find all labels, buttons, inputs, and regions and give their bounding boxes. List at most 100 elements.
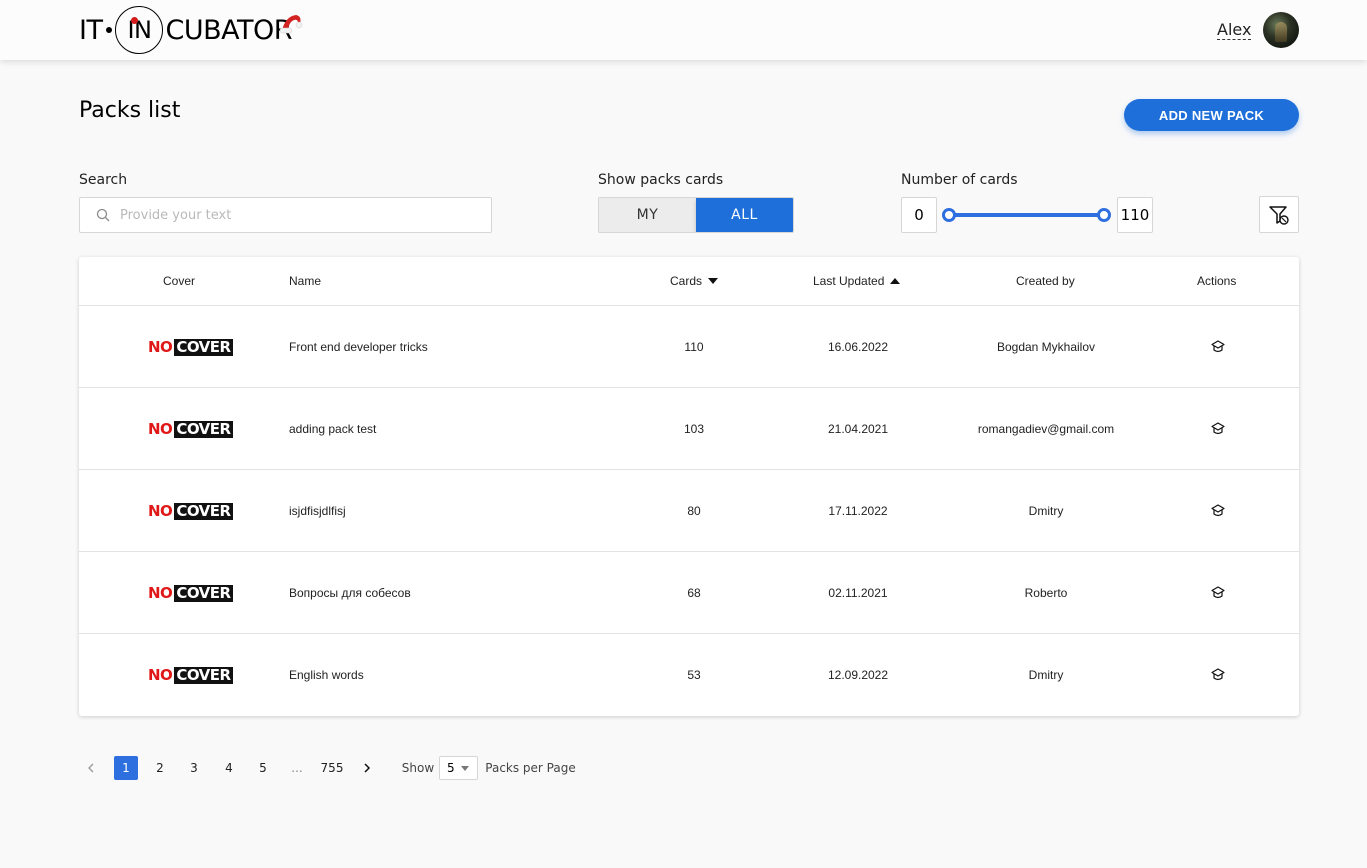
column-name[interactable]: Name <box>289 257 321 305</box>
toggle-my-button[interactable]: MY <box>599 198 696 232</box>
cards-range-slider[interactable] <box>949 213 1104 217</box>
column-actions: Actions <box>1197 274 1237 288</box>
toggle-all-button[interactable]: ALL <box>696 198 793 232</box>
graduation-cap-icon[interactable] <box>1211 586 1225 600</box>
search-input[interactable] <box>120 207 460 223</box>
column-cards[interactable]: Cards <box>670 257 719 305</box>
pack-last-updated: 21.04.2021 <box>827 422 889 436</box>
pack-created-by: Bogdan Mykhailov <box>996 340 1096 354</box>
pack-name[interactable]: adding pack test <box>289 388 376 470</box>
no-cover-no: NO <box>148 665 173 684</box>
table-row[interactable]: NO COVER Вопросы для собесов 68 02.11.202… <box>79 552 1299 634</box>
caret-down-icon <box>460 765 469 771</box>
sort-asc-icon[interactable] <box>890 277 901 285</box>
pack-cards-count: 110 <box>684 340 704 354</box>
pack-last-updated: 12.09.2022 <box>827 668 889 682</box>
pack-created-by: Roberto <box>1024 586 1068 600</box>
number-of-cards-label: Number of cards <box>901 172 1018 188</box>
page-button-4[interactable]: 4 <box>219 756 239 780</box>
max-cards-value: 110 <box>1117 197 1153 233</box>
table-row[interactable]: NO COVER isjdfisjdlfisj 80 17.11.2022 Dmi… <box>79 470 1299 552</box>
no-cover-cover: COVER <box>174 501 233 520</box>
cover-image: NO COVER <box>148 552 233 634</box>
slider-min-handle[interactable] <box>942 208 956 222</box>
table-header: Cover Name Cards Last Updated Created by… <box>79 257 1299 306</box>
graduation-cap-icon[interactable] <box>1211 422 1225 436</box>
next-page-button[interactable] <box>359 756 375 780</box>
filter-reset-icon <box>1269 205 1289 225</box>
page-button-3[interactable]: 3 <box>184 756 204 780</box>
page-button-755[interactable]: 755 <box>318 756 346 780</box>
pack-cards-count: 53 <box>687 668 701 682</box>
page-button-2[interactable]: 2 <box>150 756 170 780</box>
pack-name[interactable]: Вопросы для собесов <box>289 552 411 634</box>
table-row[interactable]: NO COVER English words 53 12.09.2022 Dmit… <box>79 634 1299 716</box>
sort-desc-icon[interactable] <box>708 277 719 285</box>
packs-table: Cover Name Cards Last Updated Created by… <box>79 257 1299 716</box>
no-cover-cover: COVER <box>174 665 233 684</box>
graduation-cap-icon[interactable] <box>1211 668 1225 682</box>
learn-button[interactable] <box>1206 388 1230 470</box>
avatar[interactable] <box>1263 12 1300 48</box>
learn-button[interactable] <box>1206 306 1230 388</box>
chevron-left-icon <box>88 763 94 773</box>
column-cover: Cover <box>163 274 196 288</box>
per-page-select[interactable]: 5 <box>439 756 478 780</box>
pack-cards-count: 68 <box>687 586 701 600</box>
search-icon <box>96 208 110 222</box>
pack-last-updated: 17.11.2022 <box>828 504 888 518</box>
app-header: IT IN CUBATOR Alex <box>0 0 1367 60</box>
page-button-5[interactable]: 5 <box>253 756 273 780</box>
page-button-1[interactable]: 1 <box>114 756 138 780</box>
add-new-pack-button[interactable]: ADD NEW PACK <box>1124 99 1299 131</box>
show-label: Show <box>401 761 435 775</box>
learn-button[interactable] <box>1206 470 1230 552</box>
pack-last-updated: 16.06.2022 <box>827 340 889 354</box>
logo-circle: IN <box>115 6 164 54</box>
search-label: Search <box>79 172 128 188</box>
no-cover-badge: NO COVER <box>148 337 233 356</box>
per-page-value: 5 <box>447 761 455 775</box>
column-created-by[interactable]: Created by <box>1016 257 1075 305</box>
column-cards-label: Cards <box>670 274 703 288</box>
user-menu[interactable]: Alex <box>1217 12 1300 48</box>
no-cover-no: NO <box>148 419 173 438</box>
cover-image: NO COVER <box>148 388 233 470</box>
graduation-cap-icon[interactable] <box>1211 340 1225 354</box>
chevron-right-icon <box>364 763 371 773</box>
no-cover-badge: NO COVER <box>148 584 233 602</box>
pack-cards-count: 103 <box>683 422 705 436</box>
pack-name[interactable]: English words <box>289 634 364 716</box>
no-cover-badge: NO COVER <box>148 501 233 520</box>
logo-cubator: CUBATOR <box>165 14 292 46</box>
column-last-updated[interactable]: Last Updated <box>813 257 901 305</box>
table-row[interactable]: NO COVER adding pack test 103 21.04.2021 … <box>79 388 1299 470</box>
no-cover-no: NO <box>148 501 173 520</box>
prev-page-button[interactable] <box>83 756 99 780</box>
pack-last-updated: 02.11.2021 <box>828 586 888 600</box>
logo-it: IT <box>79 14 103 46</box>
cover-image: NO COVER <box>148 470 233 552</box>
table-row[interactable]: NO COVER Front end developer tricks 110 1… <box>79 306 1299 388</box>
pack-cards-count: 80 <box>687 504 701 518</box>
pack-created-by: romangadiev@gmail.com <box>977 422 1115 436</box>
pack-name[interactable]: Front end developer tricks <box>289 306 428 388</box>
user-name[interactable]: Alex <box>1217 20 1252 40</box>
learn-button[interactable] <box>1206 552 1230 634</box>
pack-name[interactable]: isjdfisjdlfisj <box>289 470 346 552</box>
learn-button[interactable] <box>1206 634 1230 716</box>
logo[interactable]: IT IN CUBATOR <box>79 6 303 54</box>
column-last-updated-label: Last Updated <box>813 274 885 288</box>
graduation-cap-icon[interactable] <box>1211 504 1225 518</box>
page-ellipsis: ... <box>291 761 303 775</box>
no-cover-badge: NO COVER <box>148 665 233 684</box>
slider-max-handle[interactable] <box>1097 208 1111 222</box>
pack-created-by: Dmitry <box>1028 668 1064 682</box>
logo-cubator-wrap: CUBATOR <box>165 14 303 46</box>
no-cover-no: NO <box>148 337 173 356</box>
no-cover-badge: NO COVER <box>148 419 233 438</box>
pack-created-by: Dmitry <box>1028 504 1064 518</box>
page-title: Packs list <box>79 98 181 123</box>
search-field[interactable] <box>79 197 492 233</box>
reset-filter-button[interactable] <box>1259 196 1299 233</box>
